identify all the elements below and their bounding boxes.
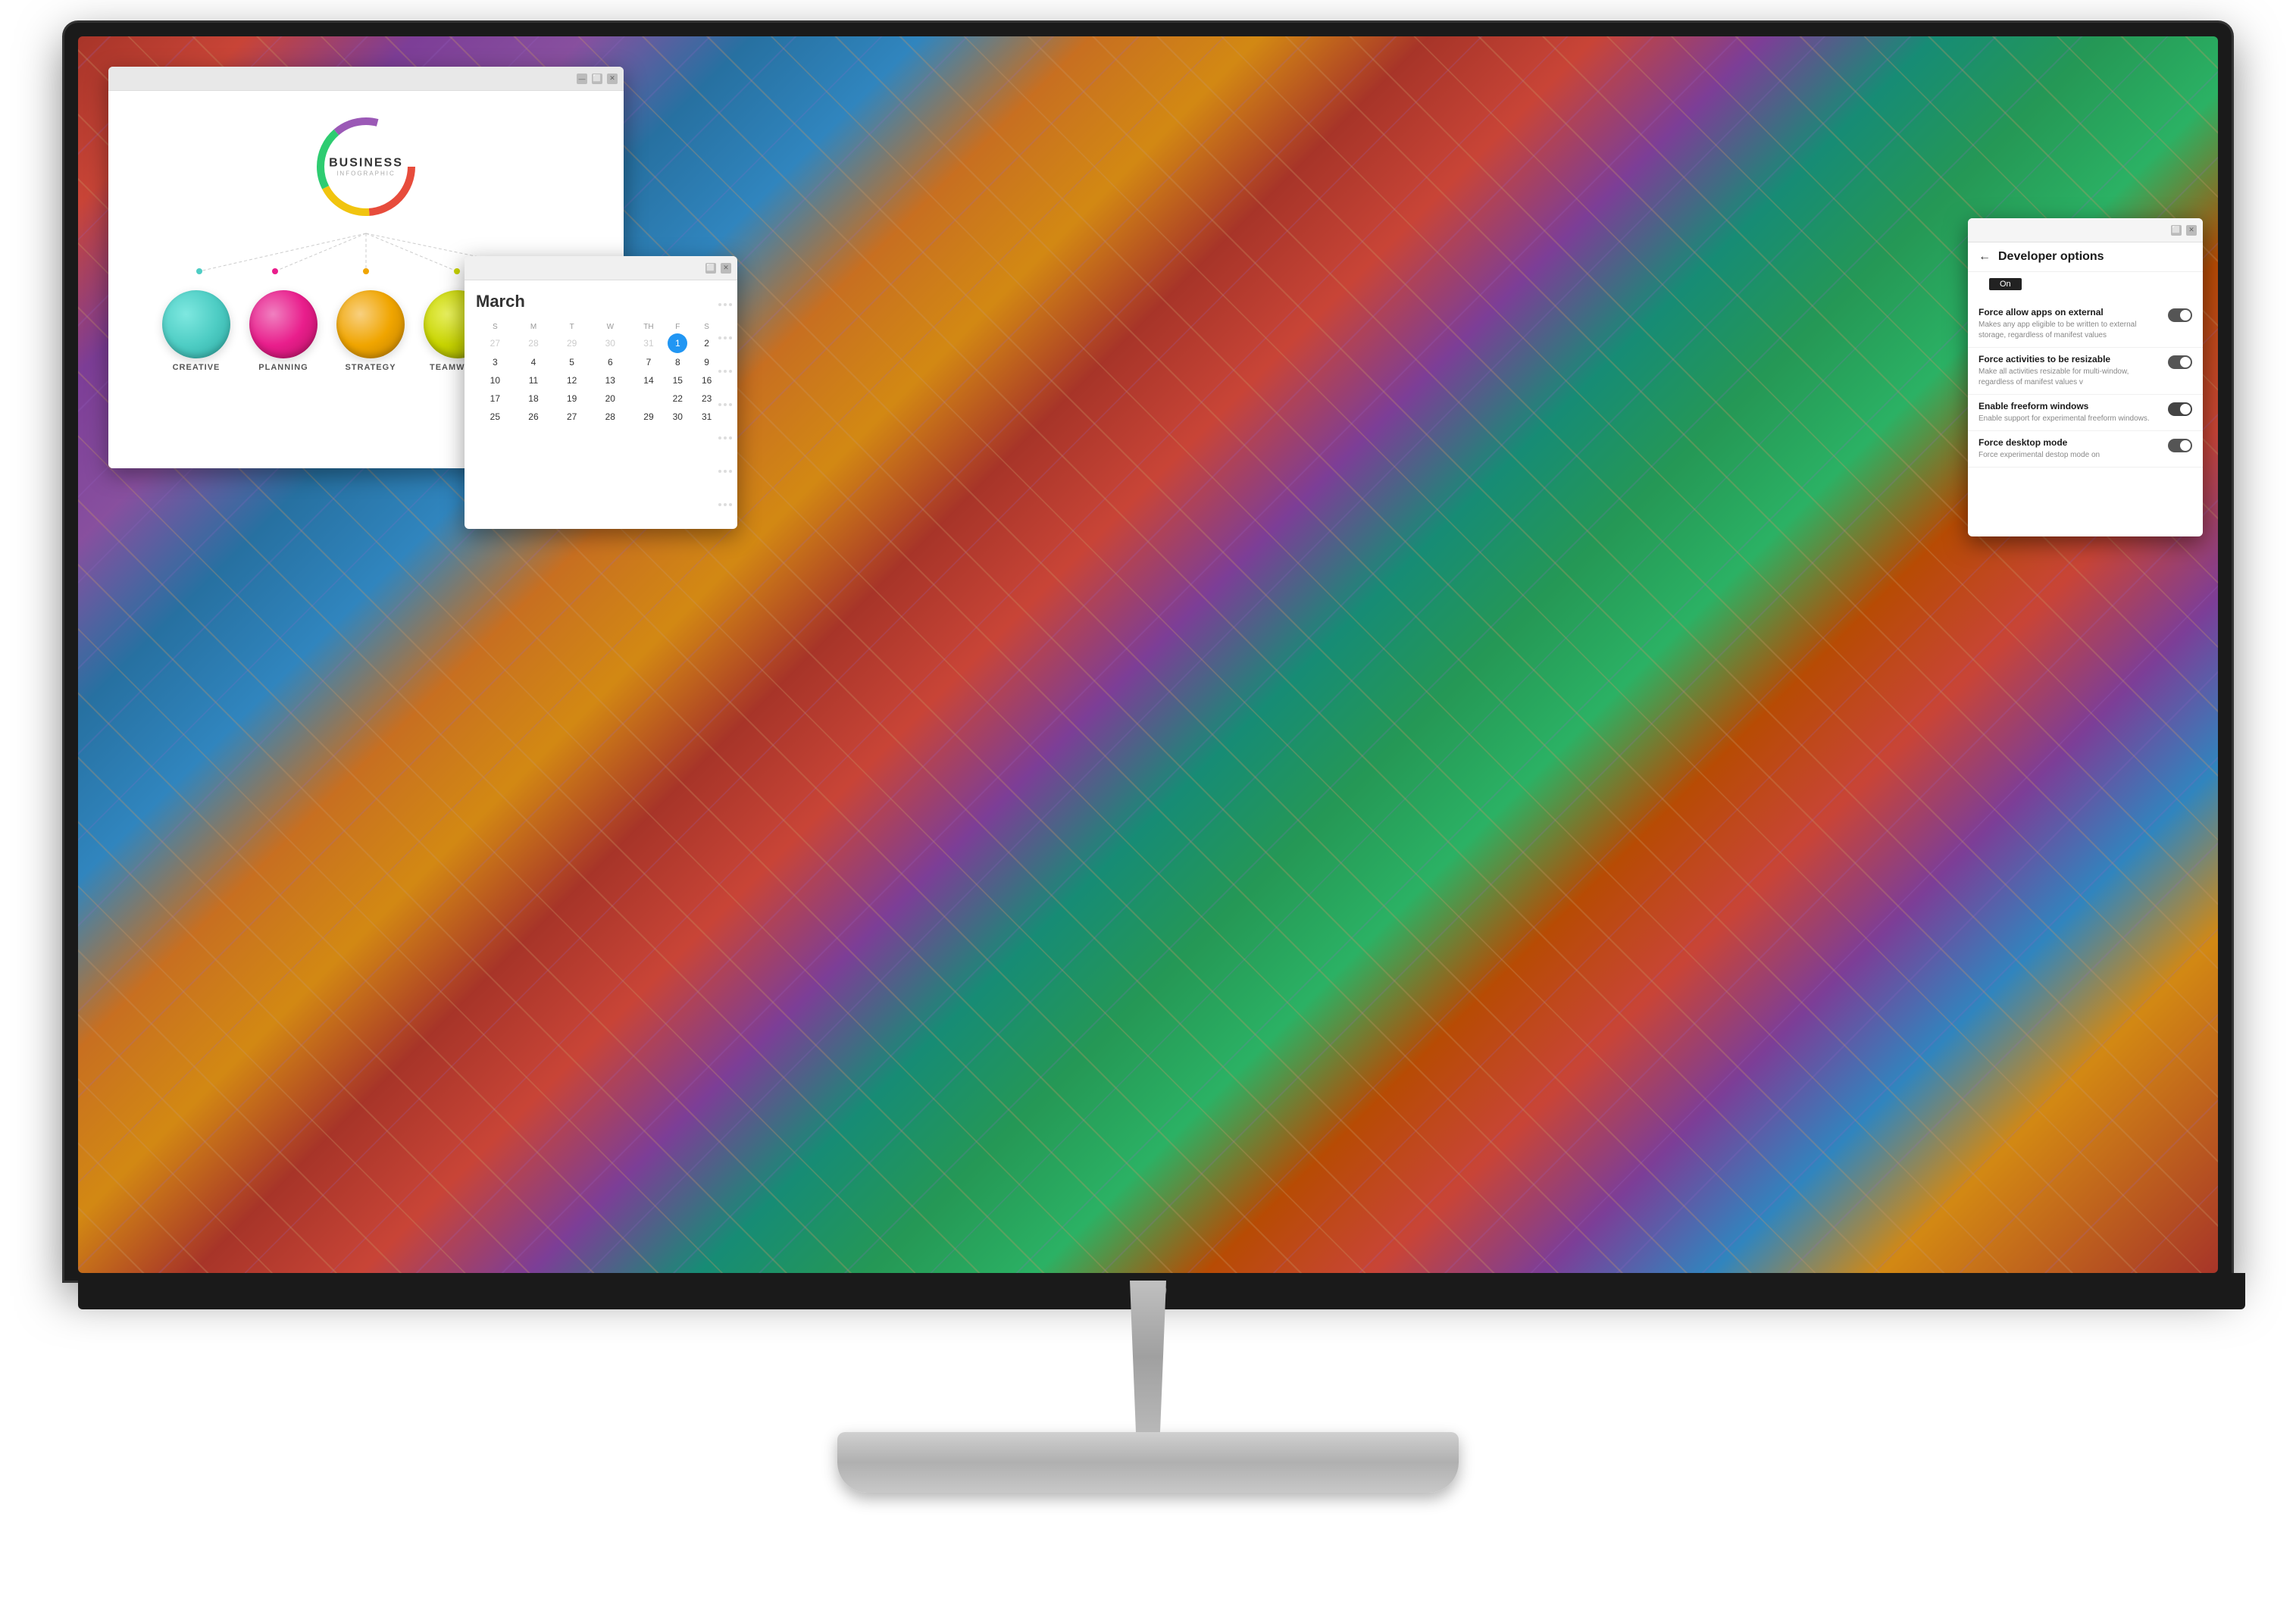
cal-day[interactable]: 7 [630,353,668,371]
devopt-close-button[interactable]: ✕ [2186,225,2197,236]
creative-label: CREATIVE [173,363,221,372]
day-header-f: F [668,321,687,333]
calendar-week-4: 17 18 19 20 22 23 [476,389,726,408]
minimize-button[interactable]: — [577,74,587,84]
calendar-week-5: 25 26 27 28 29 30 31 [476,408,726,426]
devopt-header: ← Developer options [1968,242,2203,272]
devopt-title: Developer options [1998,250,2104,264]
cal-day[interactable]: 25 [476,408,515,426]
cal-day[interactable]: 3 [476,353,515,371]
calendar-titlebar: ⬜ ✕ [465,256,737,280]
day-header-w: W [591,321,630,333]
devopt-toggle-4[interactable] [2168,439,2192,452]
devopt-item-3-title: Enable freeform windows [1979,401,2162,411]
devopt-toggle-2[interactable] [2168,355,2192,369]
day-header-m: M [515,321,553,333]
business-title-small: INFOGRAPHIC [329,170,403,177]
circle-strategy: STRATEGY [336,290,405,372]
devopt-item-2-desc: Make all activities resizable for multi-… [1979,367,2162,388]
monitor-frame: — ⬜ ✕ [64,23,2232,1281]
monitor-stand-base [837,1432,1459,1493]
cal-day[interactable]: 11 [515,371,553,389]
cal-day[interactable]: 28 [515,333,553,353]
business-titlebar: — ⬜ ✕ [108,67,624,91]
devopt-on-section: On [1968,272,2203,301]
devopt-item-2-title: Force activities to be resizable [1979,354,2162,364]
devopt-back-arrow[interactable]: ← [1979,250,1991,264]
calendar-dots-decoration [715,280,737,529]
devopt-item-4-title: Force desktop mode [1979,437,2162,448]
day-header-th: TH [630,321,668,333]
cal-day[interactable]: 18 [515,389,553,408]
maximize-button[interactable]: ⬜ [592,74,602,84]
devopt-item-1-desc: Makes any app eligible to be written to … [1979,320,2162,341]
calendar-month: March [476,292,726,311]
calendar-body: March S M T W TH F S [465,280,737,437]
cal-day[interactable]: 14 [630,371,668,389]
cal-day[interactable]: 31 [630,333,668,353]
cal-day[interactable]: 4 [515,353,553,371]
monitor-screen: — ⬜ ✕ [78,36,2218,1273]
close-button[interactable]: ✕ [607,74,618,84]
cal-close-button[interactable]: ✕ [721,263,731,274]
cal-day[interactable]: 8 [668,353,687,371]
cal-day[interactable]: 5 [552,353,591,371]
circle-creative: CREATIVE [162,290,230,372]
devopt-maximize-button[interactable]: ⬜ [2171,225,2182,236]
cal-day[interactable]: 28 [591,408,630,426]
cal-day[interactable]: 22 [668,389,687,408]
monitor-wrapper: — ⬜ ✕ [49,0,2247,1617]
cal-day[interactable]: 30 [668,408,687,426]
cal-day[interactable]: 17 [476,389,515,408]
devopt-item-2: Force activities to be resizable Make al… [1968,348,2203,395]
devopt-on-badge: On [1989,278,2022,290]
devopt-item-3: Enable freeform windows Enable support f… [1968,395,2203,431]
devopt-item-1-text: Force allow apps on external Makes any a… [1979,307,2162,341]
devopt-item-4-text: Force desktop mode Force experimental de… [1979,437,2162,461]
devopt-item-1-title: Force allow apps on external [1979,307,2162,317]
devopt-toggle-3[interactable] [2168,402,2192,416]
calendar-week-2: 3 4 5 6 7 8 9 [476,353,726,371]
devopt-item-1: Force allow apps on external Makes any a… [1968,301,2203,348]
devopt-item-3-text: Enable freeform windows Enable support f… [1979,401,2162,424]
cal-day[interactable]: 27 [552,408,591,426]
creative-bubble [162,290,230,358]
devopt-item-3-desc: Enable support for experimental freeform… [1979,414,2162,424]
developer-options-window: ⬜ ✕ ← Developer options On Force allow a… [1968,218,2203,536]
devopt-toggle-1[interactable] [2168,308,2192,322]
devopt-item-2-text: Force activities to be resizable Make al… [1979,354,2162,388]
planning-bubble [249,290,317,358]
cal-maximize-button[interactable]: ⬜ [705,263,716,274]
cal-day[interactable]: 29 [630,408,668,426]
cal-day[interactable]: 6 [591,353,630,371]
cal-day[interactable]: 27 [476,333,515,353]
cal-day[interactable]: 13 [591,371,630,389]
circle-planning: PLANNING [249,290,317,372]
cal-day[interactable]: 15 [668,371,687,389]
planning-label: PLANNING [258,363,308,372]
cal-day[interactable] [630,389,668,408]
calendar-week-1: 27 28 29 30 31 1 2 [476,333,726,353]
cal-day[interactable]: 20 [591,389,630,408]
day-header-s1: S [476,321,515,333]
cal-day[interactable]: 10 [476,371,515,389]
calendar-grid: S M T W TH F S 27 [476,321,726,426]
calendar-week-3: 10 11 12 13 14 15 16 [476,371,726,389]
cal-day[interactable]: 29 [552,333,591,353]
strategy-bubble [336,290,405,358]
strategy-label: STRATEGY [345,363,396,372]
cal-day[interactable]: 19 [552,389,591,408]
cal-day[interactable]: 26 [515,408,553,426]
business-title-big: BUSINESS [329,157,403,170]
calendar-window: ⬜ ✕ March S M T W TH F [465,256,737,529]
cal-day-today[interactable]: 1 [668,333,687,353]
cal-day[interactable]: 12 [552,371,591,389]
day-header-t1: T [552,321,591,333]
devopt-titlebar: ⬜ ✕ [1968,218,2203,242]
devopt-item-4: Force desktop mode Force experimental de… [1968,431,2203,468]
devopt-item-4-desc: Force experimental destop mode on [1979,450,2162,461]
cal-day[interactable]: 30 [591,333,630,353]
calendar-header-row: S M T W TH F S [476,321,726,333]
